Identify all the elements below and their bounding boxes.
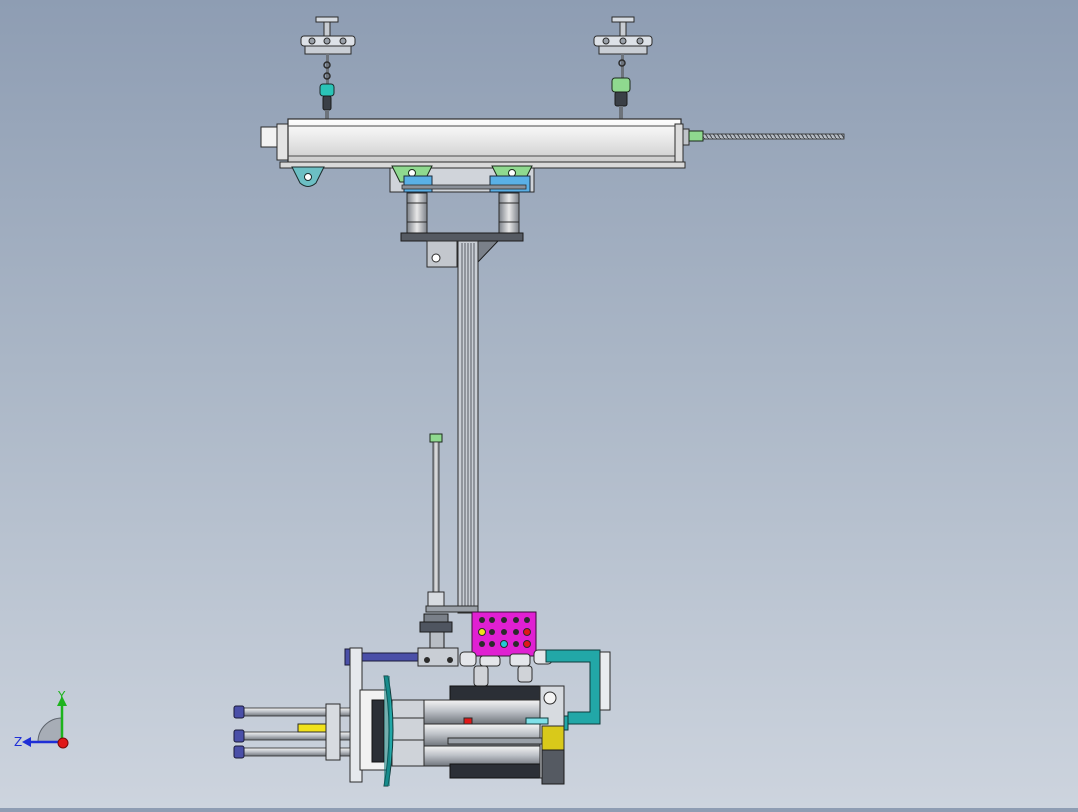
motor-base bbox=[449, 763, 549, 779]
hanger-hook bbox=[322, 95, 332, 111]
panel-button-red[interactable] bbox=[523, 640, 531, 648]
trolley-bolt bbox=[339, 37, 347, 45]
cad-viewport[interactable]: Y Z bbox=[0, 0, 1078, 808]
drill-head[interactable] bbox=[233, 647, 565, 787]
cyan-coupler bbox=[525, 717, 549, 725]
hanger-rod bbox=[621, 54, 624, 80]
fitting bbox=[459, 651, 477, 667]
swivel-neck bbox=[429, 631, 445, 649]
panel-button-cyan[interactable] bbox=[500, 640, 508, 648]
motor-cap bbox=[260, 126, 280, 148]
post-right bbox=[498, 192, 520, 234]
beam-base-rail bbox=[279, 161, 686, 169]
carriage-crossbar bbox=[401, 184, 527, 190]
mast-column[interactable] bbox=[457, 240, 479, 614]
triad-z-label: Z bbox=[14, 735, 22, 749]
trolley-bolt bbox=[619, 37, 627, 45]
panel-button-yellow[interactable] bbox=[478, 628, 486, 636]
panel-button-red[interactable] bbox=[523, 628, 531, 636]
spindle-collar bbox=[325, 703, 341, 761]
panel-button[interactable] bbox=[513, 629, 519, 635]
support-arm[interactable] bbox=[344, 647, 553, 687]
orientation-triad[interactable]: Y Z bbox=[14, 689, 69, 749]
motor-flange bbox=[276, 123, 290, 161]
bracket-hole bbox=[408, 169, 416, 177]
fitting bbox=[509, 653, 531, 667]
spindle-tip bbox=[233, 705, 245, 719]
hanger-shackle bbox=[611, 77, 631, 93]
hanger-hook bbox=[614, 91, 628, 107]
panel-button[interactable] bbox=[524, 617, 530, 623]
panel-button[interactable] bbox=[513, 617, 519, 623]
bracket-blue-left bbox=[403, 175, 433, 193]
triad-x-dot bbox=[57, 737, 69, 749]
i-beam-rail bbox=[315, 16, 339, 23]
knob bbox=[543, 691, 557, 705]
disc-hub bbox=[371, 699, 385, 763]
triad-y-label: Y bbox=[57, 689, 66, 703]
red-marker bbox=[463, 717, 473, 725]
panel-button[interactable] bbox=[501, 617, 507, 623]
spindle-tip bbox=[233, 729, 245, 743]
panel-button[interactable] bbox=[479, 617, 485, 623]
bracket-blue-right bbox=[489, 175, 531, 193]
mount-plate bbox=[400, 232, 524, 242]
i-beam-rail bbox=[611, 16, 635, 23]
bracket-hole bbox=[304, 173, 312, 181]
valve bbox=[473, 665, 489, 687]
fitting bbox=[479, 655, 501, 667]
spring-rod bbox=[432, 441, 440, 593]
lead-screw bbox=[702, 133, 845, 140]
bracket-hole bbox=[508, 169, 516, 177]
swivel-ring bbox=[419, 621, 453, 633]
spindle-tip bbox=[233, 745, 245, 759]
spring-foot bbox=[425, 605, 479, 613]
disc-edge bbox=[384, 676, 390, 786]
panel-button[interactable] bbox=[479, 641, 485, 647]
lead-screw-beam[interactable] bbox=[260, 118, 845, 169]
panel-button[interactable] bbox=[489, 641, 495, 647]
trolley-left[interactable] bbox=[300, 16, 356, 120]
gearbox-dark bbox=[541, 749, 565, 785]
panel-button[interactable] bbox=[489, 629, 495, 635]
column-bracket bbox=[426, 240, 458, 268]
valve bbox=[517, 665, 533, 683]
gear-housing bbox=[391, 699, 425, 767]
screw-collar bbox=[688, 130, 704, 142]
panel-button[interactable] bbox=[513, 641, 519, 647]
arm-clamp bbox=[417, 647, 459, 667]
hanger-pin bbox=[619, 106, 623, 120]
cad-drawing: Y Z bbox=[14, 16, 845, 787]
panel-button[interactable] bbox=[501, 629, 507, 635]
i-beam-web bbox=[619, 21, 627, 37]
i-beam-web bbox=[323, 21, 331, 37]
trolley-bolt bbox=[323, 37, 331, 45]
handle-grip bbox=[599, 651, 611, 711]
trolley-bolt bbox=[308, 37, 316, 45]
swivel-joint[interactable] bbox=[419, 613, 453, 649]
spring-cap bbox=[429, 433, 443, 443]
post-left bbox=[406, 192, 428, 234]
triad-z-arrow bbox=[22, 737, 31, 747]
trolley-bolt bbox=[602, 37, 610, 45]
clamp-bolt bbox=[447, 657, 453, 663]
carriage-brackets[interactable] bbox=[291, 165, 535, 193]
trolley-lower-plate bbox=[598, 45, 648, 55]
trolley-bolt bbox=[636, 37, 644, 45]
trolley-lower-plate bbox=[304, 45, 352, 55]
feed-bar bbox=[447, 737, 543, 745]
gearbox-yellow bbox=[541, 725, 565, 751]
motor-cylinder bbox=[419, 745, 551, 767]
panel-button[interactable] bbox=[489, 617, 495, 623]
bracket-hole bbox=[431, 253, 441, 263]
clamp-bolt bbox=[424, 657, 430, 663]
trolley-right[interactable] bbox=[593, 16, 653, 120]
hanger-shackle bbox=[319, 83, 335, 97]
control-panel[interactable] bbox=[471, 611, 537, 657]
beam-end-cap bbox=[674, 123, 684, 165]
triad-arc bbox=[37, 717, 63, 743]
bearing-housing bbox=[682, 128, 690, 146]
